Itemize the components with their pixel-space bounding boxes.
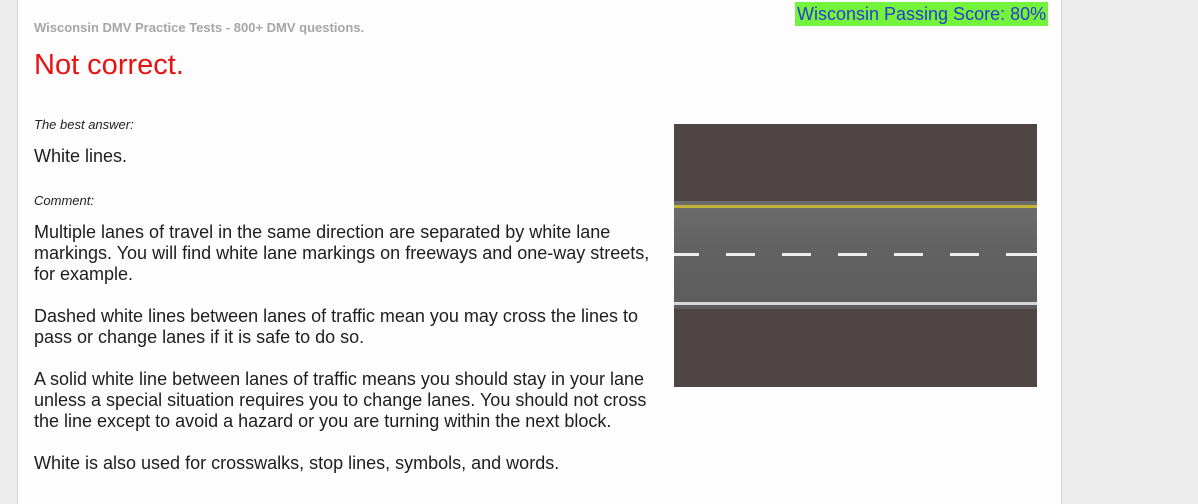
best-answer-label: The best answer: [34,117,134,132]
comment-paragraph: A solid white line between lanes of traf… [34,369,647,431]
comment-paragraph: White is also used for crosswalks, stop … [34,453,560,473]
white-dashed-line [674,253,1037,256]
content-panel: Wisconsin DMV Practice Tests - 800+ DMV … [17,0,1062,504]
passing-score-badge: Wisconsin Passing Score: 80% [795,2,1049,26]
site-title: Wisconsin DMV Practice Tests - 800+ DMV … [34,20,365,35]
white-solid-line [674,302,1037,305]
road-lane-markings-image [674,124,1037,387]
result-status: Not correct. [34,49,184,81]
comment-paragraph: Dashed white lines between lanes of traf… [34,306,638,347]
comment-label: Comment: [34,193,94,208]
comment-paragraph: Multiple lanes of travel in the same dir… [34,222,650,284]
best-answer-text: White lines. [34,146,128,166]
yellow-edge-line [674,205,1037,208]
